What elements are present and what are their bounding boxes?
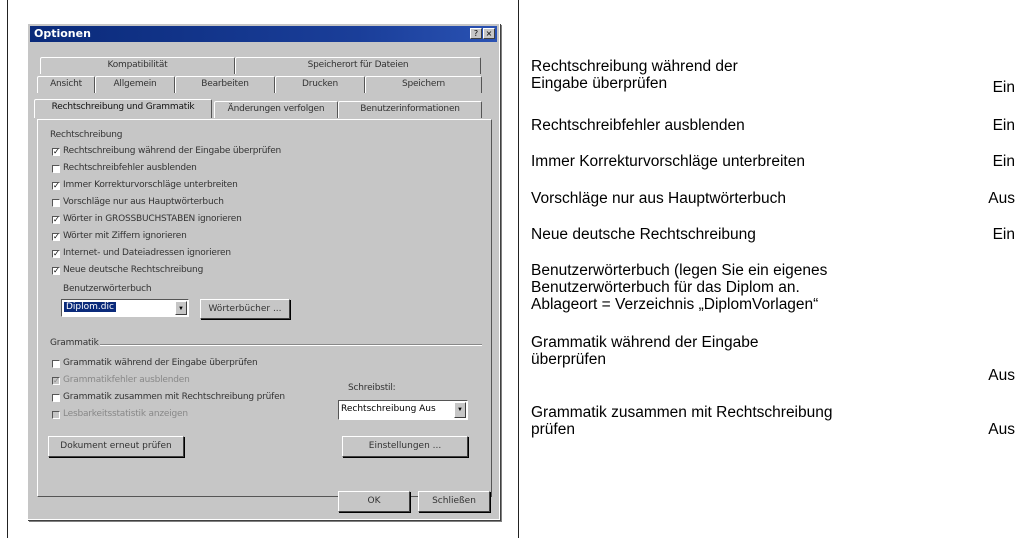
row-value: Ein: [992, 226, 1015, 243]
tab-speicherort[interactable]: Speicherort für Dateien: [235, 57, 481, 74]
tab-ansicht[interactable]: Ansicht: [37, 76, 95, 93]
table-column-divider: [518, 0, 519, 538]
grammar-option-label: Grammatikfehler ausblenden: [63, 375, 190, 385]
readability-stats-checkbox[interactable]: [52, 411, 60, 419]
spelling-option-label: Wörter mit Ziffern ignorieren: [63, 231, 187, 241]
ignore-internet-addresses-checkbox[interactable]: ✓: [52, 250, 60, 258]
row-description: Grammatik während der Eingabe überprüfen: [531, 334, 759, 368]
new-german-spelling-checkbox[interactable]: ✓: [52, 267, 60, 275]
writing-style-select[interactable]: Rechtschreibung Aus ▼: [338, 400, 468, 420]
grammar-option-label: Grammatik zusammen mit Rechtschreibung p…: [63, 392, 285, 402]
grammar-group-label: Grammatik: [50, 338, 99, 348]
hide-spelling-errors-checkbox[interactable]: [52, 165, 60, 173]
spelling-option-label: Rechtschreibung während der Eingabe über…: [63, 146, 282, 156]
row-value: Aus: [988, 190, 1015, 207]
ignore-uppercase-checkbox[interactable]: ✓: [52, 216, 60, 224]
spelling-option-label: Neue deutsche Rechtschreibung: [63, 265, 204, 275]
options-dialog: Optionen ? × Kompatibilität Speicherort …: [27, 23, 500, 520]
help-icon[interactable]: ?: [470, 28, 482, 39]
ignore-numbers-checkbox[interactable]: ✓: [52, 233, 60, 241]
tab-kompatibilitaet[interactable]: Kompatibilität: [40, 57, 235, 74]
grammar-check-checkbox[interactable]: [52, 360, 60, 368]
grammar-with-spelling-checkbox[interactable]: [52, 394, 60, 402]
row-description: Rechtschreibfehler ausblenden: [531, 117, 745, 134]
chevron-down-icon[interactable]: ▼: [454, 402, 466, 418]
grammar-option-label: Lesbarkeitsstatistik anzeigen: [63, 409, 188, 419]
grammar-separator: [100, 344, 482, 346]
tab-drucken[interactable]: Drucken: [275, 76, 365, 93]
row-description: Vorschläge nur aus Hauptwörterbuch: [531, 190, 787, 207]
row-value: Ein: [992, 153, 1015, 170]
spelling-group-label: Rechtschreibung: [50, 130, 123, 140]
spelling-option-label: Internet- und Dateiadressen ignorieren: [63, 248, 231, 258]
grammar-option-label: Grammatik während der Eingabe überprüfen: [63, 358, 258, 368]
close-icon[interactable]: ×: [483, 28, 495, 39]
dialog-titlebar: Optionen ? ×: [30, 26, 497, 42]
spelling-check-checkbox[interactable]: ✓: [52, 148, 60, 156]
row-description: Benutzerwörterbuch (legen Sie ein eigene…: [531, 262, 828, 313]
row-description: Immer Korrekturvorschläge unterbreiten: [531, 153, 805, 170]
row-value: Ein: [992, 117, 1015, 134]
tab-rechtschreibung-grammatik[interactable]: Rechtschreibung und Grammatik: [34, 99, 212, 118]
close-button[interactable]: Schließen: [418, 491, 490, 512]
user-dictionary-select[interactable]: Diplom.dic ▼: [61, 299, 189, 317]
dictionaries-button[interactable]: Wörterbücher ...: [200, 299, 290, 319]
hide-grammar-errors-checkbox[interactable]: ✓: [52, 377, 60, 385]
chevron-down-icon[interactable]: ▼: [175, 301, 187, 315]
row-description: Grammatik zusammen mit Rechtschreibung p…: [531, 404, 833, 438]
row-description: Neue deutsche Rechtschreibung: [531, 226, 756, 243]
user-dictionary-label: Benutzerwörterbuch: [63, 284, 152, 294]
row-value: Aus: [988, 367, 1015, 384]
always-suggest-checkbox[interactable]: ✓: [52, 182, 60, 190]
tab-speichern[interactable]: Speichern: [365, 76, 482, 93]
tab-allgemein[interactable]: Allgemein: [95, 76, 175, 93]
spelling-option-label: Wörter in GROSSBUCHSTABEN ignorieren: [63, 214, 242, 224]
settings-button[interactable]: Einstellungen ...: [342, 436, 468, 457]
row-value: Ein: [992, 79, 1015, 96]
tab-bearbeiten[interactable]: Bearbeiten: [175, 76, 275, 93]
spelling-option-label: Immer Korrekturvorschläge unterbreiten: [63, 180, 238, 190]
recheck-document-button[interactable]: Dokument erneut prüfen: [48, 436, 184, 457]
tab-aenderungen-verfolgen[interactable]: Änderungen verfolgen: [214, 101, 338, 118]
row-value: Aus: [988, 421, 1015, 438]
main-dictionary-only-checkbox[interactable]: [52, 199, 60, 207]
writing-style-value: Rechtschreibung Aus: [341, 404, 436, 414]
writing-style-label: Schreibstil:: [348, 383, 396, 393]
ok-button[interactable]: OK: [338, 491, 410, 512]
tab-benutzerinformationen[interactable]: Benutzerinformationen: [338, 101, 482, 118]
spelling-option-label: Vorschläge nur aus Hauptwörterbuch: [63, 197, 224, 207]
spelling-option-label: Rechtschreibfehler ausblenden: [63, 163, 197, 173]
dialog-title: Optionen: [34, 27, 91, 40]
user-dictionary-value: Diplom.dic: [64, 302, 116, 312]
row-description: Rechtschreibung während der Eingabe über…: [531, 58, 738, 92]
